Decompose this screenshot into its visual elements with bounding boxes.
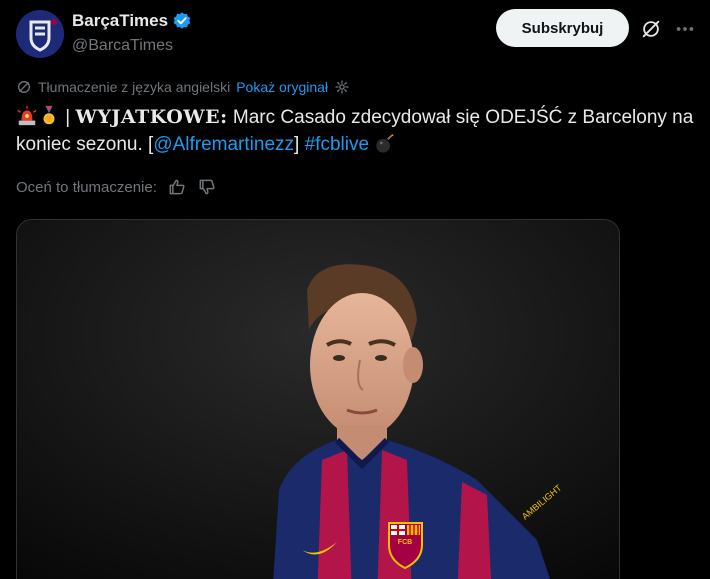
tweet-media-image[interactable]: FCB AMBILIGHT xyxy=(16,219,620,579)
player-photo: FCB AMBILIGHT xyxy=(17,220,619,579)
verified-badge-icon xyxy=(173,12,191,29)
settings-gear-icon[interactable] xyxy=(334,79,350,95)
translation-notice: Tłumaczenie z języka angielski Pokaż ory… xyxy=(16,79,350,95)
crest-text: FCB xyxy=(398,539,412,546)
mention-link[interactable]: @Alfremartinezz xyxy=(153,134,294,155)
subscribe-button[interactable]: Subskrybuj xyxy=(496,9,629,47)
rate-label: Oceń to tłumaczenie: xyxy=(16,178,157,196)
avatar[interactable] xyxy=(16,10,64,58)
show-original-link[interactable]: Pokaż oryginał xyxy=(236,79,328,95)
grok-icon[interactable] xyxy=(640,18,662,40)
tweet-body-part2: ] xyxy=(294,134,305,155)
hashtag-link[interactable]: #fcblive xyxy=(305,134,369,155)
thumbs-down-icon[interactable] xyxy=(197,177,217,197)
translate-icon xyxy=(18,81,30,93)
police-light-emoji-icon xyxy=(17,105,37,126)
author-info: BarçaTimes @BarcaTimes xyxy=(72,10,192,57)
tweet-bold-text: WYJATKOWE: xyxy=(75,106,228,128)
barcatimes-logo-icon xyxy=(16,10,64,58)
more-options-icon[interactable] xyxy=(674,18,696,40)
separator: | xyxy=(60,107,76,128)
rate-translation: Oceń to tłumaczenie: xyxy=(16,177,217,197)
handle[interactable]: @BarcaTimes xyxy=(72,35,192,57)
display-name[interactable]: BarçaTimes xyxy=(72,10,192,32)
tweet-text: | WYJATKOWE: Marc Casado zdecydował się … xyxy=(16,104,696,158)
medal-emoji-icon xyxy=(43,105,55,125)
tweet-header: BarçaTimes @BarcaTimes Subskrybuj xyxy=(16,8,706,58)
translation-label: Tłumaczenie z języka angielski xyxy=(38,79,231,95)
display-name-text[interactable]: BarçaTimes xyxy=(72,10,168,32)
bomb-emoji-icon xyxy=(376,134,394,153)
thumbs-up-icon[interactable] xyxy=(167,177,187,197)
